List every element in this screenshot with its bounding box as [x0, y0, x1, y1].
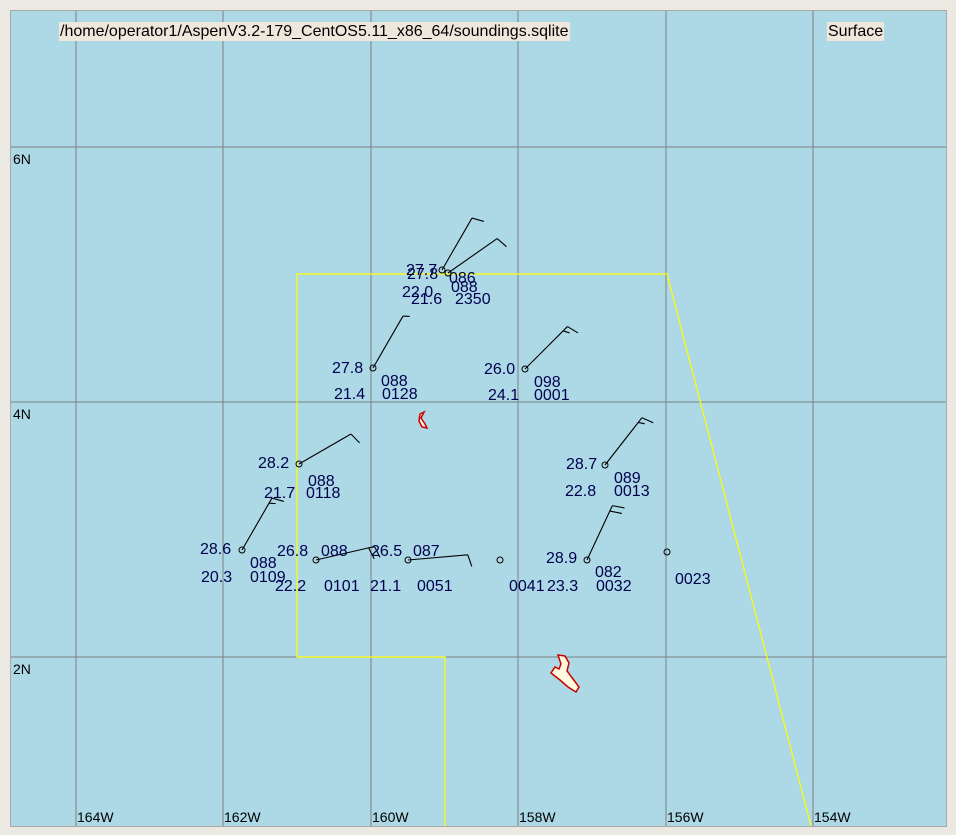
lon-label-154w: 154W [814, 809, 851, 825]
station-obs-time: 0051 [417, 578, 453, 595]
station-dewpoint: 21.1 [370, 578, 401, 595]
station-s12[interactable]: 0023 [663, 548, 711, 588]
station-temperature: 28.9 [546, 550, 577, 567]
station-s6[interactable]: 28.722.80890013 [565, 417, 654, 500]
station-dewpoint: 22.2 [275, 578, 306, 595]
station-obs-time: 2350 [455, 291, 491, 308]
station-obs-time: 0118 [306, 485, 341, 502]
station-obs-time: 0101 [324, 578, 360, 595]
station-obs-time: 0013 [614, 483, 650, 500]
station-wind-direction: 088 [321, 543, 348, 560]
wind-barb-full [612, 505, 625, 509]
lat-label-6n: 6N [13, 151, 31, 167]
wind-barb-full [496, 238, 507, 248]
map-svg: 164W 162W 160W 158W 156W 154W 6N 4N 2N 2… [11, 11, 946, 826]
wind-barb-full [609, 510, 623, 514]
wind-barb-shaft [241, 497, 273, 551]
station-temperature: 27.8 [407, 266, 438, 283]
station-s8[interactable]: 26.8 22.2 088 0101 [275, 543, 381, 595]
station-obs-time: 0001 [534, 387, 570, 404]
wind-barb-shaft [441, 217, 473, 271]
station-temperature: 26.0 [484, 361, 515, 378]
island-small [418, 410, 429, 430]
station-s5[interactable]: 28.221.70880118 [258, 433, 360, 502]
wind-barb-shaft [586, 505, 613, 561]
wind-barb-full [471, 217, 485, 222]
lon-label-160w: 160W [372, 809, 409, 825]
wind-barb-half [563, 330, 570, 334]
lon-label-158w: 158W [519, 809, 556, 825]
wind-barb-shaft [524, 326, 568, 370]
wind-barb-shaft [298, 433, 352, 465]
wind-barb-shaft [604, 417, 643, 466]
station-dewpoint: 21.7 [264, 485, 295, 502]
station-s11[interactable]: 28.923.30820032 [546, 505, 632, 595]
level-label: Surface [827, 22, 885, 41]
map-canvas[interactable]: 164W 162W 160W 158W 156W 154W 6N 4N 2N 2… [10, 10, 947, 827]
station-s7[interactable]: 28.620.30880109 [200, 497, 286, 586]
wind-barb-shaft [447, 238, 498, 274]
station-temperature: 28.2 [258, 455, 289, 472]
station-temperature: 27.8 [332, 360, 363, 377]
lon-label-156w: 156W [667, 809, 704, 825]
station-marker [496, 556, 504, 564]
wind-barb-half [638, 421, 645, 425]
station-temperature: 28.7 [566, 456, 597, 473]
station-marker [663, 548, 671, 556]
station-dewpoint: 20.3 [201, 569, 232, 586]
station-dewpoint: 21.4 [334, 386, 365, 403]
station-temperature: 28.6 [200, 541, 231, 558]
station-dewpoint: 21.6 [411, 291, 442, 308]
station-s4[interactable]: 26.024.10980001 [484, 326, 579, 404]
lat-label-4n: 4N [13, 406, 31, 422]
lon-label-162w: 162W [224, 809, 261, 825]
station-wind-direction: 087 [413, 543, 440, 560]
station-obs-time: 0128 [382, 386, 418, 403]
station-obs-time: 0041 [509, 578, 545, 595]
wind-barb-full [567, 326, 579, 334]
station-dewpoint: 23.3 [547, 578, 578, 595]
graticule [11, 11, 946, 826]
wind-barb-full [350, 433, 360, 444]
island-large [549, 654, 580, 694]
wind-barb-shaft [372, 315, 404, 369]
file-path-label: /home/operator1/AspenV3.2-179_CentOS5.11… [59, 22, 570, 41]
wind-barb-full [467, 554, 473, 567]
station-temperature: 26.8 [277, 543, 308, 560]
lat-label-2n: 2N [13, 661, 31, 677]
station-s10[interactable]: 0041 [496, 556, 545, 595]
wind-barb-full [641, 417, 654, 424]
station-s3[interactable]: 27.821.40880128 [332, 315, 418, 403]
grid-labels: 164W 162W 160W 158W 156W 154W 6N 4N 2N [13, 151, 851, 825]
station-temperature: 26.5 [371, 543, 402, 560]
station-obs-time: 0032 [596, 578, 632, 595]
station-obs-time: 0023 [675, 571, 711, 588]
station-dewpoint: 22.8 [565, 483, 596, 500]
station-dewpoint: 24.1 [488, 387, 519, 404]
station-s9[interactable]: 26.5 21.1 087 0051 [370, 543, 473, 595]
lon-label-164w: 164W [77, 809, 114, 825]
